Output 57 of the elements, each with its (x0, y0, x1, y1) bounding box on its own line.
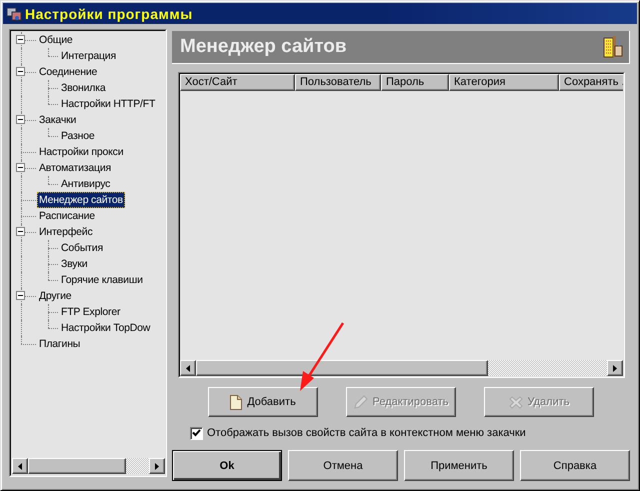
tree-item[interactable]: Расписание (37, 208, 97, 224)
tree-item[interactable]: Горячие клавиши (59, 272, 145, 288)
horizontal-scrollbar[interactable] (180, 360, 623, 376)
column-header[interactable]: Категория (449, 74, 559, 91)
page-title: Менеджер сайтов (180, 36, 347, 58)
tree-item[interactable]: Интерфейс (37, 224, 95, 240)
tree-item[interactable]: Настройки HTTP/FT (59, 96, 158, 112)
page-icon (230, 394, 242, 410)
left-arrow-icon (186, 364, 190, 372)
notepad-icon (603, 35, 623, 59)
tree-item[interactable]: Звонилка (59, 80, 108, 96)
collapse-icon[interactable] (16, 115, 25, 124)
horizontal-scrollbar[interactable] (12, 458, 165, 474)
collapse-icon[interactable] (16, 227, 25, 236)
right-arrow-icon (613, 364, 617, 372)
tree-item[interactable]: Закачки (37, 112, 78, 128)
scroll-right-button[interactable] (149, 458, 165, 474)
cross-icon (508, 396, 522, 408)
tree-item[interactable]: Автоматизация (37, 160, 114, 176)
checkbox-label: Отображать вызов свойств сайта в контекстном меню закачки (207, 427, 526, 439)
add-button[interactable]: Добавить (208, 387, 318, 417)
right-arrow-icon (155, 462, 159, 470)
tree-item[interactable]: События (59, 240, 105, 256)
scroll-left-button[interactable] (180, 360, 196, 376)
window-title: Настройки программы (25, 6, 193, 22)
tree-item[interactable]: Менеджер сайтов (37, 192, 125, 208)
collapse-icon[interactable] (16, 67, 25, 76)
pencil-icon (354, 395, 368, 409)
left-arrow-icon (18, 462, 22, 470)
column-header[interactable]: Пользователь (295, 74, 381, 91)
dialog-button[interactable]: Справка (520, 450, 630, 481)
collapse-icon[interactable] (16, 35, 25, 44)
tree-item[interactable]: Настройки TopDow (59, 320, 152, 336)
column-header[interactable]: Пароль (381, 74, 449, 91)
dialog-button[interactable]: Отмена (288, 450, 398, 481)
dialog-button[interactable]: Применить (404, 450, 514, 481)
scroll-left-button[interactable] (12, 458, 28, 474)
column-header[interactable]: Хост/Сайт (180, 74, 295, 91)
tree-item[interactable]: Плагины (37, 336, 82, 352)
scrollbar-thumb[interactable] (196, 360, 488, 376)
annotation-arrow (300, 322, 344, 391)
collapse-icon[interactable] (16, 291, 25, 300)
tree-item[interactable]: FTP Explorer (59, 304, 122, 320)
app-icon (6, 6, 22, 20)
tree-item[interactable]: Соединение (37, 64, 100, 80)
tree-item[interactable]: Интеграция (59, 48, 118, 64)
tree-item[interactable]: Общие (37, 32, 75, 48)
checkbox[interactable] (190, 426, 203, 440)
collapse-icon[interactable] (16, 163, 25, 172)
tree-item[interactable]: Настройки прокси (37, 144, 126, 160)
scroll-right-button[interactable] (607, 360, 623, 376)
dialog-button[interactable]: Ok (172, 450, 282, 481)
scrollbar-thumb[interactable] (28, 458, 126, 474)
tree-item[interactable]: Звуки (59, 256, 90, 272)
tree-item[interactable]: Разное (59, 128, 96, 144)
tree-item[interactable]: Другие (37, 288, 74, 304)
tree-item[interactable]: Антивирус (59, 176, 112, 192)
